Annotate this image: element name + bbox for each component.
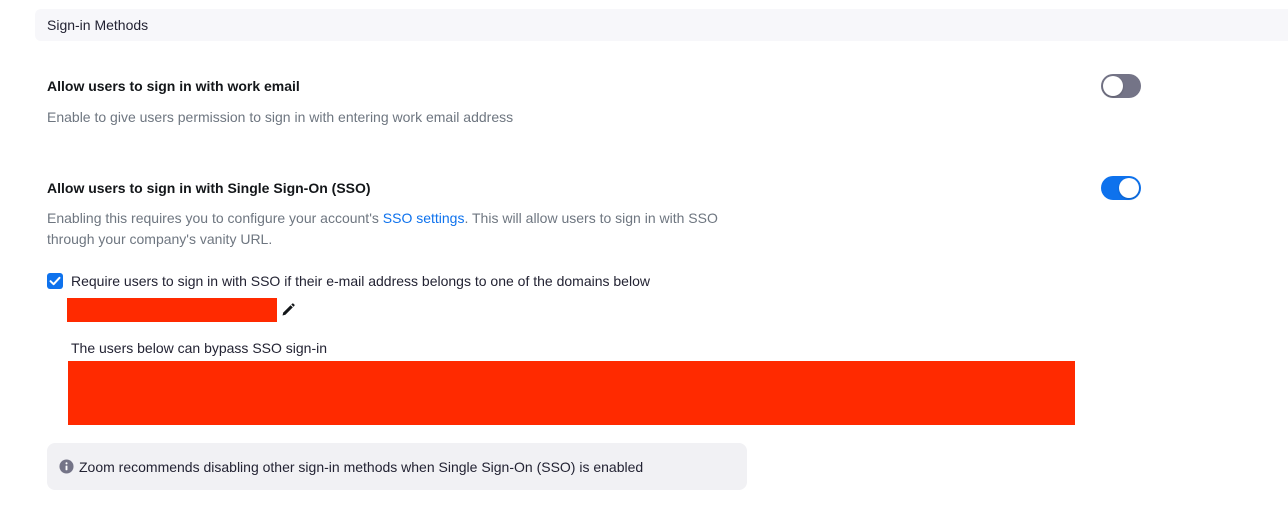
sso-toggle[interactable] [1101, 176, 1141, 200]
toggle-knob [1103, 76, 1123, 96]
require-sso-checkbox[interactable] [47, 273, 63, 289]
sso-description-text-continued: . This will allow users to sign in with … [464, 210, 718, 226]
redacted-domain-list [67, 298, 277, 322]
section-header: Sign-in Methods [35, 9, 1288, 41]
require-sso-checkbox-label: Require users to sign in with SSO if the… [71, 273, 650, 289]
work-email-setting-description: Enable to give users permission to sign … [47, 109, 514, 125]
info-icon [59, 459, 74, 474]
redacted-bypass-user-list [68, 361, 1075, 425]
sso-settings-link[interactable]: SSO settings [383, 210, 465, 226]
work-email-toggle[interactable] [1101, 74, 1141, 98]
sso-setting-title: Allow users to sign in with Single Sign-… [47, 180, 371, 196]
section-title: Sign-in Methods [47, 17, 149, 33]
sso-info-banner: Zoom recommends disabling other sign-in … [47, 443, 747, 490]
sso-description-text: Enabling this requires you to configure … [47, 210, 383, 226]
sso-bypass-label: The users below can bypass SSO sign-in [71, 340, 328, 356]
checkmark-icon [49, 276, 61, 286]
toggle-knob [1119, 178, 1139, 198]
work-email-setting-title: Allow users to sign in with work email [47, 78, 300, 94]
sso-setting-description: Enabling this requires you to configure … [47, 208, 718, 250]
sso-info-text: Zoom recommends disabling other sign-in … [79, 459, 644, 475]
sso-description-line2: through your company's vanity URL. [47, 231, 273, 247]
pencil-icon[interactable] [281, 303, 295, 317]
